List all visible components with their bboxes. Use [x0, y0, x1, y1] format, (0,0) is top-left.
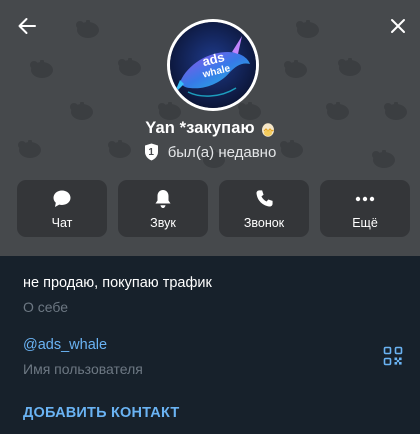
avatar-whale-logo: ads whale: [170, 22, 256, 108]
add-contact-button[interactable]: ДОБАВИТЬ КОНТАКТ: [23, 405, 179, 421]
username-caption: Имя пользователя: [23, 361, 143, 377]
egg-emoji-icon: [261, 122, 274, 137]
bell-icon: [155, 189, 171, 208]
avatar[interactable]: ads whale: [170, 22, 256, 108]
username-link[interactable]: @ads_whale: [23, 337, 107, 353]
profile-header: ads whale Yan *закупаю 1 был(а) недавно: [0, 0, 420, 256]
level-badge[interactable]: 1: [144, 143, 159, 161]
close-button[interactable]: [382, 10, 414, 42]
bio-caption: О себе: [23, 299, 69, 315]
last-seen-status: был(а) недавно: [167, 143, 277, 161]
more-icon: [355, 196, 375, 201]
close-icon: [391, 19, 405, 33]
qr-code-button[interactable]: [383, 346, 403, 366]
action-buttons: Чат Звук Звонок Ещё: [17, 180, 410, 237]
back-button[interactable]: [11, 10, 43, 42]
phone-icon: [256, 190, 273, 207]
call-button[interactable]: Звонок: [219, 180, 309, 237]
arrow-left-icon: [18, 18, 36, 34]
profile-name: Yan *закупаю: [145, 119, 255, 137]
chat-button[interactable]: Чат: [17, 180, 107, 237]
qr-code-icon: [383, 346, 403, 366]
bio-text[interactable]: не продаю, покупаю трафик: [23, 275, 212, 291]
sound-button[interactable]: Звук: [118, 180, 208, 237]
more-button[interactable]: Ещё: [320, 180, 410, 237]
chat-icon: [53, 190, 71, 207]
